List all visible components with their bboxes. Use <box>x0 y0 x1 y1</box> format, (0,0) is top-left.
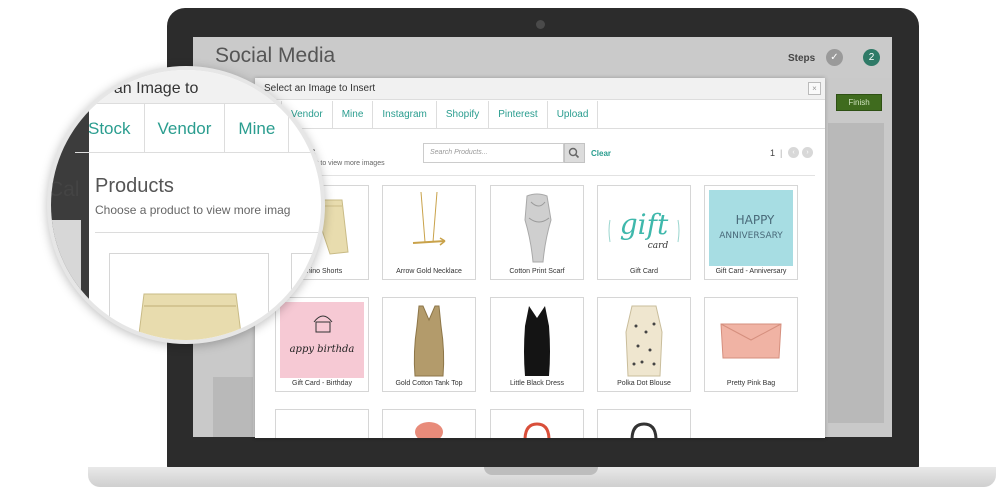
magnifier-product-card[interactable] <box>109 253 269 340</box>
modal-titlebar: Select an Image to Insert × <box>255 78 825 100</box>
product-name: Gold Cotton Tank Top <box>395 380 463 387</box>
step-2-indicator[interactable]: 2 <box>863 49 880 66</box>
tab-instagram[interactable]: Instagram <box>373 101 437 129</box>
clear-link[interactable]: Clear <box>591 149 611 158</box>
background-panel <box>213 377 253 437</box>
product-card-gift-card[interactable]: gift card Gift Card <box>597 185 691 280</box>
product-thumbnail: gift card <box>602 190 686 266</box>
step-1-check-icon[interactable]: ✓ <box>826 49 843 66</box>
product-thumbnail <box>387 190 471 266</box>
product-name: Arrow Gold Necklace <box>396 268 462 275</box>
magnifier-tab-mine[interactable]: Mine <box>225 104 290 153</box>
source-tabs: ck Vendor Mine Instagram Shopify Pintere… <box>255 101 825 129</box>
magnifier-product-card-partial[interactable] <box>291 253 321 340</box>
product-name: Gift Card <box>629 268 658 275</box>
product-card-cotton-print-scarf[interactable]: Cotton Print Scarf <box>490 185 584 280</box>
laptop-notch <box>484 467 598 475</box>
product-card-polka-dot-blouse[interactable]: Polka Dot Blouse <box>597 297 691 392</box>
page-title: Social Media <box>215 44 336 67</box>
magnifier-products-heading: Products <box>95 175 174 197</box>
anniversary-line-2: ANNIVERSARY <box>719 231 783 241</box>
tab-upload[interactable]: Upload <box>548 101 599 129</box>
product-card-arrow-gold-necklace[interactable]: Arrow Gold Necklace <box>382 185 476 280</box>
magnifier-background-panel <box>51 220 81 340</box>
magnifier-tabs: Stock Vendor Mine <box>75 104 321 153</box>
product-thumbnail <box>495 190 579 266</box>
product-thumbnail <box>495 302 579 378</box>
product-card-partial[interactable] <box>490 409 584 438</box>
magnifier-products-subheading: Choose a product to view more imag <box>95 203 291 217</box>
magnifier-tab-vendor[interactable]: Vendor <box>145 104 226 153</box>
tab-mine[interactable]: Mine <box>333 101 374 129</box>
product-thumbnail <box>602 302 686 378</box>
tab-shopify[interactable]: Shopify <box>437 101 490 129</box>
product-card-gift-card-birthday[interactable]: appy birthda Gift Card - Birthday <box>275 297 369 392</box>
camera-icon <box>536 20 545 29</box>
pager-separator: | <box>780 148 783 158</box>
prev-page-icon[interactable]: ‹ <box>788 147 799 158</box>
product-card-partial[interactable] <box>275 409 369 438</box>
gift-card-subtext: card <box>648 241 669 251</box>
birthday-text: appy birthda <box>290 344 355 355</box>
product-name: Pretty Pink Bag <box>726 380 776 387</box>
background-panel <box>828 123 884 423</box>
product-card-gold-cotton-tank-top[interactable]: Gold Cotton Tank Top <box>382 297 476 392</box>
close-icon[interactable]: × <box>808 82 821 95</box>
product-card-partial[interactable] <box>382 409 476 438</box>
next-page-icon[interactable]: › <box>802 147 813 158</box>
product-card-gift-card-anniversary[interactable]: HAPPY ANNIVERSARY Gift Card - Anniversar… <box>704 185 798 280</box>
finish-button[interactable]: Finish <box>836 94 882 111</box>
search-input[interactable]: Search Products... <box>423 143 564 163</box>
magnifier-modal-title: ct an Image to <box>97 80 199 97</box>
product-thumbnail: HAPPY ANNIVERSARY <box>709 190 793 266</box>
product-card-partial[interactable] <box>597 409 691 438</box>
product-name: Little Black Dress <box>509 380 565 387</box>
magnifier-background-text: Cal <box>48 178 80 201</box>
product-name: Gift Card - Birthday <box>292 380 352 387</box>
magnifier-tab-stock[interactable]: Stock <box>75 104 145 153</box>
gift-card-text: gift <box>620 208 669 241</box>
product-thumbnail <box>387 302 471 378</box>
product-thumbnail <box>709 302 793 378</box>
page-number: 1 <box>770 148 776 158</box>
search-icon <box>568 147 580 159</box>
product-name: Polka Dot Blouse <box>617 380 671 387</box>
search-button[interactable] <box>564 143 585 163</box>
product-card-pretty-pink-bag[interactable]: Pretty Pink Bag <box>704 297 798 392</box>
image-picker-modal: Select an Image to Insert × ck Vendor Mi… <box>255 78 825 438</box>
product-card-little-black-dress[interactable]: Little Black Dress <box>490 297 584 392</box>
magnifier-divider <box>95 232 321 233</box>
stage: Social Media Steps ✓ 2 Finish Select an … <box>0 0 1000 501</box>
product-name: Cotton Print Scarf <box>509 268 565 275</box>
anniversary-line-1: HAPPY <box>736 213 775 227</box>
steps-label: Steps <box>788 53 816 64</box>
product-name: Gift Card - Anniversary <box>715 268 787 275</box>
divider <box>275 175 815 176</box>
tab-pinterest[interactable]: Pinterest <box>489 101 548 129</box>
magnifier-zoom: Cal ct an Image to Stock Vendor Mine Pro… <box>47 66 325 344</box>
